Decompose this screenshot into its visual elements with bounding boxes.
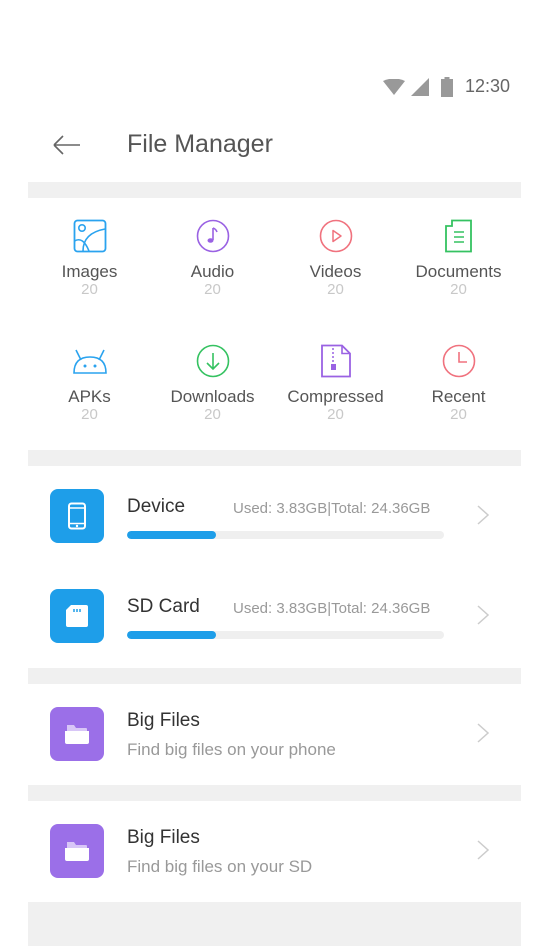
storage-progress-bar	[127, 631, 444, 639]
app-bar: File Manager	[0, 120, 548, 170]
chevron-right-icon	[477, 723, 490, 743]
category-count: 20	[450, 406, 467, 423]
section-divider	[28, 182, 521, 198]
category-count: 20	[327, 281, 344, 298]
big-files-phone[interactable]: Big Files Find big files on your phone	[0, 694, 548, 774]
category-label: Documents	[415, 262, 502, 281]
storage-progress-fill	[127, 531, 216, 539]
category-label: Compressed	[287, 387, 384, 406]
tool-title: Big Files	[127, 710, 200, 731]
status-icons: 12:30	[382, 76, 510, 97]
category-label: APKs	[68, 387, 111, 406]
section-divider	[28, 785, 521, 801]
folder-icon	[65, 842, 89, 861]
storage-progress-bar	[127, 531, 444, 539]
image-icon	[28, 216, 151, 256]
clock-icon	[397, 341, 520, 381]
category-grid: Images 20 Audio 20 Videos 20 Documents 2…	[28, 198, 521, 450]
big-files-tile	[50, 707, 104, 761]
sd-card-icon	[66, 605, 88, 627]
storage-device[interactable]: Device Used: 3.83GB|Total: 24.36GB	[0, 478, 548, 558]
category-label: Images	[61, 262, 118, 281]
folder-icon	[65, 725, 89, 744]
category-documents[interactable]: Documents 20	[397, 216, 520, 298]
big-files-sd[interactable]: Big Files Find big files on your SD	[0, 811, 548, 891]
category-images[interactable]: Images 20	[28, 216, 151, 298]
storage-name: SD Card	[127, 596, 200, 617]
category-count: 20	[204, 281, 221, 298]
play-icon	[274, 216, 397, 256]
category-count: 20	[81, 406, 98, 423]
download-icon	[151, 341, 274, 381]
zip-file-icon	[274, 341, 397, 381]
storage-name: Device	[127, 496, 186, 517]
category-count: 20	[81, 281, 98, 298]
category-videos[interactable]: Videos 20	[274, 216, 397, 298]
category-label: Recent	[431, 387, 486, 406]
phone-icon	[68, 502, 86, 530]
category-label: Videos	[309, 262, 362, 281]
section-divider	[28, 450, 521, 466]
section-divider	[28, 668, 521, 684]
battery-icon	[440, 76, 453, 97]
status-bar: 12:30	[0, 0, 548, 112]
music-note-icon	[151, 216, 274, 256]
tool-title: Big Files	[127, 827, 200, 848]
storage-usage: Used: 3.83GB|Total: 24.36GB	[233, 500, 431, 517]
storage-usage: Used: 3.83GB|Total: 24.36GB	[233, 600, 431, 617]
category-downloads[interactable]: Downloads 20	[151, 341, 274, 423]
wifi-icon	[382, 78, 405, 95]
sd-card-tile	[50, 589, 104, 643]
back-button[interactable]	[50, 130, 84, 160]
storage-progress-fill	[127, 631, 216, 639]
category-audio[interactable]: Audio 20	[151, 216, 274, 298]
chevron-right-icon	[477, 505, 490, 525]
chevron-right-icon	[477, 605, 490, 625]
category-count: 20	[204, 406, 221, 423]
tool-subtitle: Find big files on your SD	[127, 857, 313, 876]
page-title: File Manager	[127, 130, 273, 158]
category-count: 20	[450, 281, 467, 298]
category-compressed[interactable]: Compressed 20	[274, 341, 397, 423]
category-count: 20	[327, 406, 344, 423]
category-label: Downloads	[170, 387, 255, 406]
category-label: Audio	[190, 262, 235, 281]
category-recent[interactable]: Recent 20	[397, 341, 520, 423]
status-time: 12:30	[464, 76, 510, 96]
document-icon	[397, 216, 520, 256]
category-apks[interactable]: APKs 20	[28, 341, 151, 423]
tool-subtitle: Find big files on your phone	[127, 740, 336, 759]
device-tile	[50, 489, 104, 543]
chevron-right-icon	[477, 840, 490, 860]
big-files-tile	[50, 824, 104, 878]
bottom-filler	[28, 902, 521, 946]
storage-sd-card[interactable]: SD Card Used: 3.83GB|Total: 24.36GB	[0, 578, 548, 658]
android-icon	[28, 341, 151, 381]
cell-signal-icon	[410, 77, 429, 96]
arrow-left-icon	[53, 135, 80, 155]
